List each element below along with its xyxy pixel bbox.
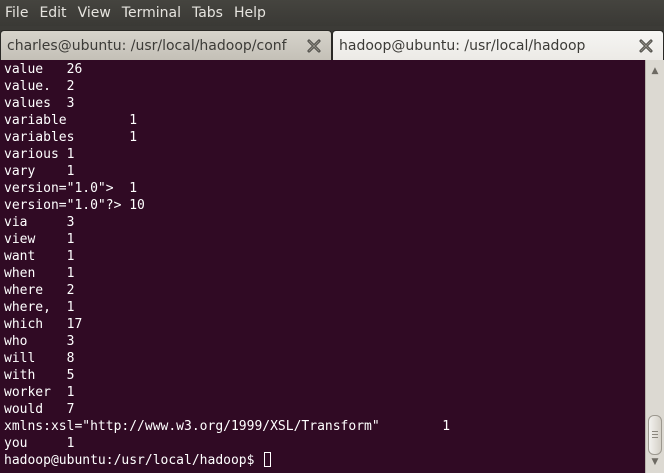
terminal-line: view 1: [4, 232, 75, 247]
text-cursor: [264, 452, 272, 467]
terminal-line: will 8: [4, 351, 75, 366]
tab-label: hadoop@ubuntu: /usr/local/hadoop: [339, 37, 586, 54]
terminal-line: values 3: [4, 96, 75, 111]
terminal-line: you 1: [4, 436, 75, 451]
menu-terminal[interactable]: Terminal: [117, 0, 187, 26]
menu-help[interactable]: Help: [229, 0, 272, 26]
arrow-up-icon[interactable]: ▲: [650, 66, 660, 76]
grip-line: [652, 434, 658, 435]
terminal-line: variable 1: [4, 113, 138, 128]
arrow-down-icon[interactable]: ▼: [650, 457, 660, 467]
terminal-line: version="1.0"?> 10: [4, 198, 145, 213]
close-icon[interactable]: [637, 37, 655, 55]
grip-line: [652, 437, 658, 438]
menu-tabs[interactable]: Tabs: [187, 0, 229, 26]
tab-hadoop[interactable]: hadoop@ubuntu: /usr/local/hadoop: [332, 30, 664, 60]
grip-line: [652, 431, 658, 432]
menu-edit[interactable]: Edit: [34, 0, 72, 26]
terminal-line: vary 1: [4, 164, 75, 179]
terminal-line: where 2: [4, 283, 75, 298]
menubar: File Edit View Terminal Tabs Help: [0, 0, 664, 26]
shell-prompt: hadoop@ubuntu:/usr/local/hadoop$: [4, 453, 263, 468]
terminal-line: worker 1: [4, 385, 75, 400]
terminal-line: version="1.0"> 1: [4, 181, 138, 196]
terminal-line: value 26: [4, 62, 83, 77]
tab-label: charles@ubuntu: /usr/local/hadoop/conf: [7, 37, 287, 54]
terminal-line: where, 1: [4, 300, 75, 315]
terminal-line: various 1: [4, 147, 75, 162]
terminal-line: via 3: [4, 215, 75, 230]
scrollbar-thumb[interactable]: [648, 415, 662, 455]
menu-view[interactable]: View: [73, 0, 117, 26]
terminal-prompt-line[interactable]: hadoop@ubuntu:/usr/local/hadoop$: [4, 452, 645, 469]
terminal-line: would 7: [4, 402, 75, 417]
tab-charles-conf[interactable]: charles@ubuntu: /usr/local/hadoop/conf: [0, 30, 332, 60]
terminal-line: who 3: [4, 334, 75, 349]
terminal-output[interactable]: value 26 value. 2 values 3 variable 1 va…: [0, 60, 645, 473]
close-icon[interactable]: [305, 37, 323, 55]
vertical-scrollbar[interactable]: ▲ ▼: [645, 60, 664, 473]
terminal-line: xmlns:xsl="http://www.w3.org/1999/XSL/Tr…: [4, 419, 451, 434]
terminal-line: value. 2: [4, 79, 75, 94]
terminal-line: which 17: [4, 317, 83, 332]
terminal-line: when 1: [4, 266, 75, 281]
terminal-line: variables 1: [4, 130, 138, 145]
terminal-line: want 1: [4, 249, 75, 264]
menu-file[interactable]: File: [0, 0, 34, 26]
terminal-line: with 5: [4, 368, 75, 383]
tab-bar: charles@ubuntu: /usr/local/hadoop/conf h…: [0, 26, 664, 60]
